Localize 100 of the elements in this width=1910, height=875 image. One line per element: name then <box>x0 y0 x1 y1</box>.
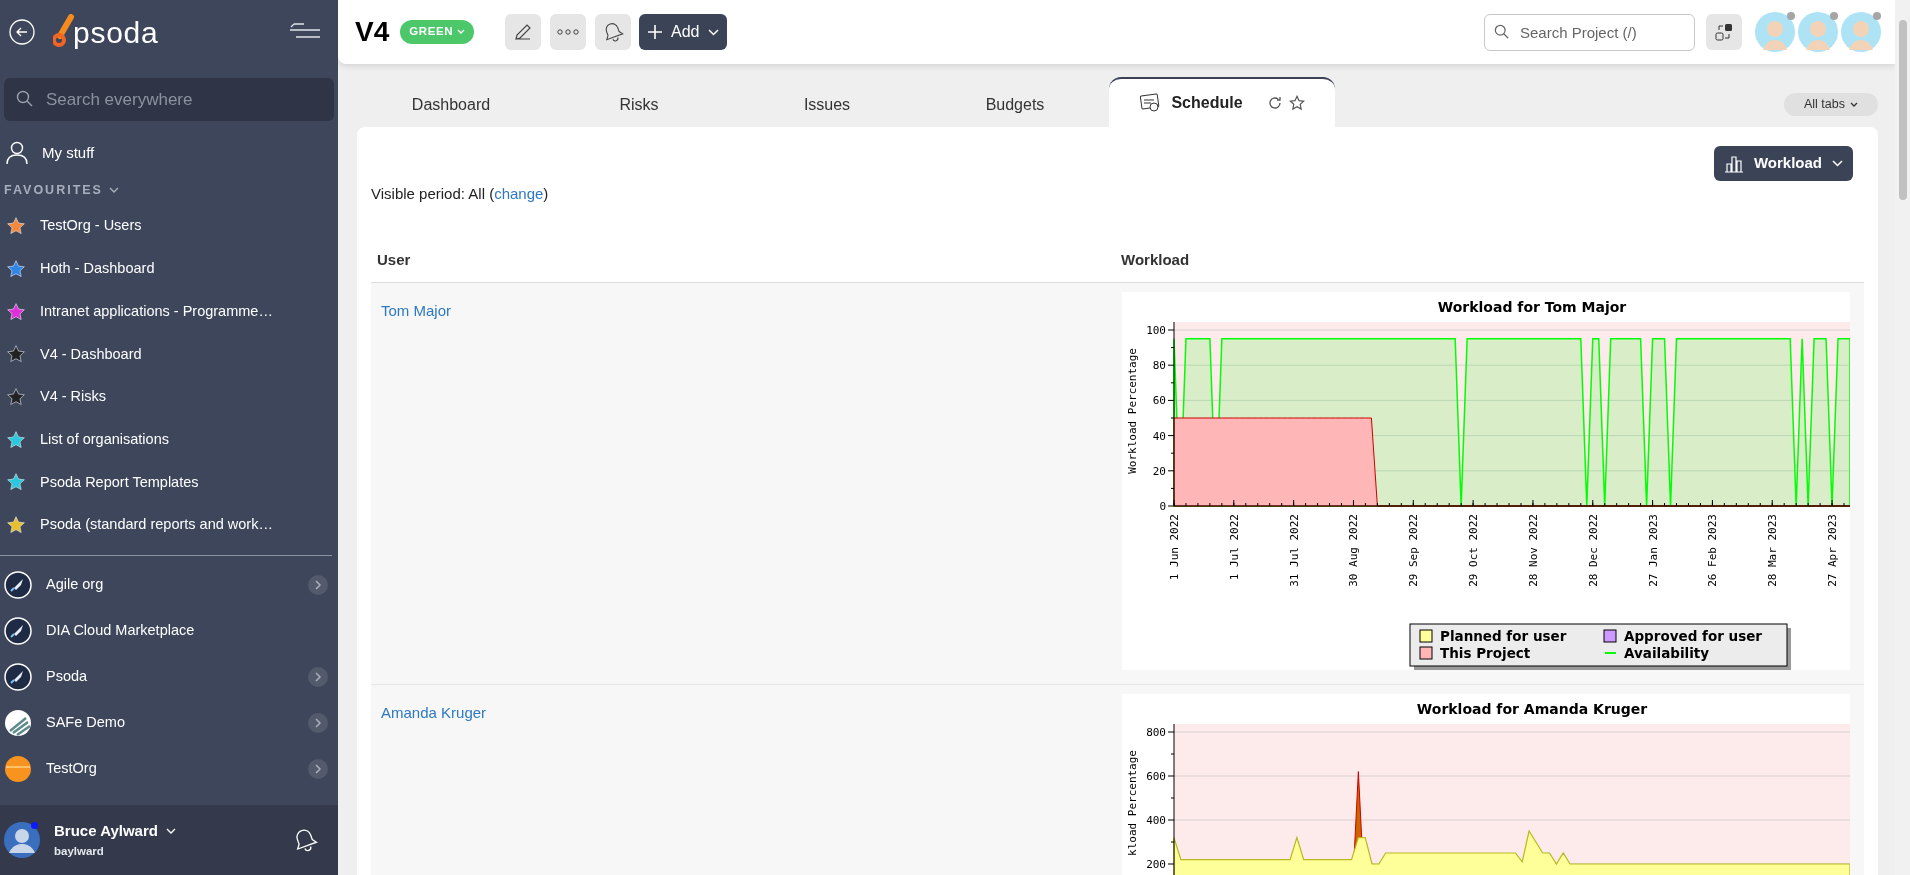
username: baylward <box>54 843 105 859</box>
tick-label: 200 <box>1146 857 1166 871</box>
legend-swatch <box>1419 629 1433 642</box>
tick-label: 26 Feb 2023 <box>1706 513 1720 587</box>
refresh-icon[interactable] <box>1266 95 1283 111</box>
tick-label: 80 <box>1152 358 1166 372</box>
chevron-down-icon[interactable] <box>165 827 176 835</box>
tab[interactable]: Issues <box>733 82 921 127</box>
tick-label: 20 <box>1152 464 1166 478</box>
favourite-link[interactable]: TestOrg - Users <box>40 215 142 238</box>
all-tabs-button[interactable]: All tabs <box>1784 93 1878 116</box>
tick-label: 28 Nov 2022 <box>1526 513 1540 587</box>
scrollbar-thumb[interactable] <box>1898 20 1907 200</box>
section-heading: FAVOURITES <box>4 181 103 199</box>
organisation-link[interactable]: DIA Cloud Marketplace <box>46 619 195 642</box>
tick-label: 60 <box>1152 393 1166 407</box>
user-link[interactable]: Amanda Kruger <box>371 693 497 724</box>
visible-period-text: Visible period: All (change) <box>371 184 550 204</box>
tick-label: 1 Jul 2022 <box>1227 513 1241 580</box>
edit-button[interactable] <box>505 14 542 50</box>
avatar-icon[interactable] <box>4 822 40 858</box>
tick-label: 40 <box>1152 429 1166 443</box>
axis-label: kload Percentage <box>1126 749 1139 856</box>
plus-icon <box>647 24 664 40</box>
expand-button[interactable] <box>308 574 328 595</box>
tick-label: 29 Sep 2022 <box>1407 513 1421 587</box>
legend-label: Planned for user <box>1440 627 1567 644</box>
column-header: Workload <box>1120 250 1191 271</box>
logo-text: psoda <box>73 18 159 48</box>
notify-button[interactable] <box>595 14 632 50</box>
favourite-link[interactable]: V4 - Risks <box>40 386 107 408</box>
legend-label: This Project <box>1440 644 1531 661</box>
organisation-icon <box>4 570 32 599</box>
bar-chart-icon <box>1723 154 1744 173</box>
favourite-link[interactable]: Hoth - Dashboard <box>40 258 155 280</box>
swap-icon <box>1713 21 1735 43</box>
star-outline-icon[interactable] <box>1288 95 1305 111</box>
chevron-right-icon <box>314 671 322 682</box>
user-icon <box>6 141 28 165</box>
favourite-link[interactable]: Intranet applications - Programme… <box>40 300 273 323</box>
user-link[interactable]: Tom Major <box>371 291 461 322</box>
tick-label: 100 <box>1146 323 1166 337</box>
tick-label: 400 <box>1146 813 1166 827</box>
chevron-down-icon <box>707 28 719 36</box>
organisation-icon <box>4 616 32 645</box>
workload-view-button[interactable]: Workload <box>1713 146 1853 181</box>
tab[interactable]: Budgets <box>921 82 1109 127</box>
legend-label: Approved for user <box>1624 627 1762 644</box>
search-field[interactable]: Search everywhere <box>4 78 334 121</box>
tick-label: 27 Apr 2023 <box>1826 513 1840 587</box>
legend-swatch <box>1419 646 1433 659</box>
back-icon[interactable] <box>9 19 35 45</box>
logo-icon <box>53 14 75 50</box>
favourite-link[interactable]: Psoda (standard reports and work… <box>40 514 273 537</box>
tick-label: 600 <box>1146 769 1166 783</box>
organisation-link[interactable]: Agile org <box>46 573 104 596</box>
more-icon <box>557 29 580 35</box>
tick-label: 29 Oct 2022 <box>1467 513 1481 587</box>
tick-label: 0 <box>1159 499 1166 513</box>
chevron-right-icon <box>314 763 322 774</box>
sidebar-link[interactable]: My stuff <box>42 141 95 165</box>
change-link[interactable]: change <box>494 185 544 202</box>
chart-title: Workload for Amanda Kruger <box>1416 700 1648 717</box>
legend-swatch <box>1604 651 1617 654</box>
switch-button[interactable] <box>1706 14 1742 50</box>
organisation-link[interactable]: TestOrg <box>46 757 97 780</box>
expand-button[interactable] <box>308 712 328 733</box>
chevron-down-icon <box>1832 160 1843 167</box>
chevron-right-icon <box>314 579 322 590</box>
chevron-icon[interactable] <box>108 186 119 194</box>
user-name[interactable]: Bruce Aylward <box>54 820 158 843</box>
tick-label: 28 Dec 2022 <box>1586 513 1600 587</box>
chevron-down-icon <box>1850 101 1858 108</box>
project-title: V4 <box>355 18 390 46</box>
more-button[interactable] <box>550 14 587 50</box>
tick-label: 27 Jan 2023 <box>1646 513 1660 587</box>
tab[interactable]: Dashboard <box>357 82 545 127</box>
organisation-icon <box>4 708 32 737</box>
project-search-field[interactable]: Search Project (/) <box>1484 13 1695 51</box>
search-icon <box>1494 23 1510 40</box>
organisation-link[interactable]: Psoda <box>46 665 88 688</box>
tick-label: 1 Jun 2022 <box>1168 513 1181 580</box>
expand-button[interactable] <box>308 666 328 687</box>
legend-swatch <box>1603 629 1617 642</box>
column-header: User <box>376 250 412 271</box>
tick-label: 30 Aug 2022 <box>1347 513 1361 587</box>
tick-label: 28 Mar 2023 <box>1766 513 1780 587</box>
organisation-icon <box>4 754 32 783</box>
expand-button[interactable] <box>308 758 328 779</box>
favourite-link[interactable]: Psoda Report Templates <box>40 471 199 494</box>
tick-label: 800 <box>1146 725 1166 739</box>
tab[interactable]: Risks <box>545 82 733 127</box>
add-button[interactable]: Add <box>639 14 727 50</box>
chart-title: Workload for Tom Major <box>1437 298 1627 315</box>
tab[interactable]: Schedule <box>1109 77 1335 127</box>
favourite-link[interactable]: List of organisations <box>40 428 169 451</box>
chevron-right-icon <box>314 717 322 728</box>
chevron-down-icon <box>457 29 466 35</box>
favourite-link[interactable]: V4 - Dashboard <box>40 343 142 366</box>
organisation-link[interactable]: SAFe Demo <box>46 711 125 734</box>
